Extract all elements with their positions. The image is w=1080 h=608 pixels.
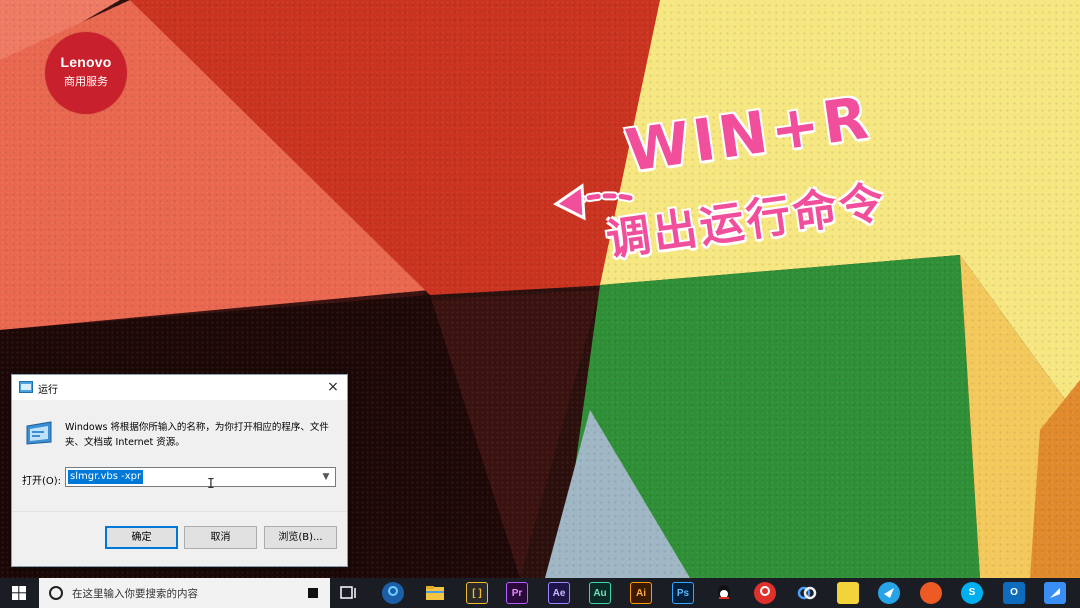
qq-icon[interactable] (713, 582, 735, 604)
taskbar: 在这里输入你要搜索的内容 [ ] Pr Ae Au Ai Ps S O (0, 578, 1080, 608)
browser-icon[interactable] (382, 582, 404, 604)
lenovo-logo-badge: Lenovo 商用服务 (45, 32, 127, 114)
audition-icon[interactable]: Au (589, 582, 611, 604)
feishu-icon[interactable] (878, 582, 900, 604)
task-view-icon[interactable] (340, 585, 358, 601)
start-button[interactable] (0, 578, 38, 608)
after-effects-icon[interactable]: Ae (548, 582, 570, 604)
cortana-icon (49, 586, 63, 600)
text-cursor-icon: I (207, 477, 215, 492)
file-explorer-icon[interactable] (424, 582, 446, 604)
netease-music-icon[interactable] (754, 582, 776, 604)
close-icon: × (327, 379, 339, 395)
premiere-icon[interactable]: Pr (506, 582, 528, 604)
search-placeholder: 在这里输入你要搜索的内容 (72, 588, 198, 600)
outlook-icon[interactable]: O (1003, 582, 1025, 604)
lenovo-brand: Lenovo (60, 54, 112, 70)
run-dialog-description: Windows 将根据你所输入的名称，为你打开相应的程序、文件夹、文档或 Int… (65, 422, 329, 448)
sticky-notes-icon[interactable] (837, 582, 859, 604)
run-dialog-title: 运行 (38, 385, 58, 396)
run-program-icon (26, 421, 52, 445)
skype-icon[interactable]: S (961, 582, 983, 604)
browse-button[interactable]: 浏览(B)... (264, 526, 337, 549)
windows-logo-icon (12, 586, 26, 600)
open-label: 打开(O): (22, 476, 62, 487)
lark-icon[interactable] (1044, 582, 1066, 604)
open-command-input[interactable]: slmgr.vbs -xpr ▼ (65, 467, 336, 487)
close-button[interactable]: × (319, 375, 347, 400)
weibo-icon[interactable] (920, 582, 942, 604)
run-dialog-titlebar[interactable]: 运行 × (12, 375, 347, 400)
run-app-icon (19, 381, 33, 393)
search-app-icon (308, 588, 318, 598)
taskbar-search-box[interactable]: 在这里输入你要搜索的内容 (39, 578, 330, 608)
run-dialog: 运行 × Windows 将根据你所输入的名称，为你打开相应的程序、文件夹、文档… (11, 374, 348, 567)
open-command-value[interactable]: slmgr.vbs -xpr (68, 470, 144, 484)
baidu-netdisk-icon[interactable] (796, 582, 818, 604)
photoshop-icon[interactable]: Ps (672, 582, 694, 604)
editor-icon[interactable]: [ ] (466, 582, 488, 604)
ok-button[interactable]: 确定 (105, 526, 178, 549)
chevron-down-icon[interactable]: ▼ (319, 469, 333, 485)
lenovo-service-text: 商用服务 (64, 75, 108, 88)
illustrator-icon[interactable]: Ai (630, 582, 652, 604)
cancel-button[interactable]: 取消 (184, 526, 257, 549)
